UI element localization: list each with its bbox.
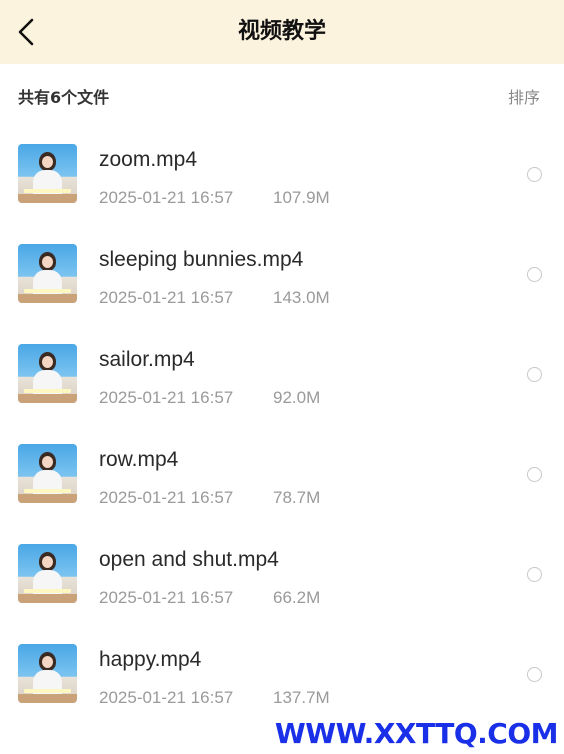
select-radio[interactable]: [527, 167, 542, 182]
file-count-label: 共有6个文件: [18, 88, 110, 107]
list-item[interactable]: open and shut.mp4 2025-01-21 16:57 66.2M: [0, 524, 564, 624]
file-size: 92.0M: [273, 388, 321, 407]
video-thumbnail: [18, 644, 77, 703]
select-radio[interactable]: [527, 467, 542, 482]
file-name: row.mp4: [99, 448, 179, 471]
page-title: 视频教学: [237, 19, 326, 44]
video-thumbnail: [18, 544, 77, 603]
file-name: zoom.mp4: [99, 148, 198, 171]
list-item[interactable]: sailor.mp4 2025-01-21 16:57 92.0M: [0, 324, 564, 424]
file-name: happy.mp4: [99, 648, 202, 671]
file-date: 2025-01-21 16:57: [99, 288, 234, 307]
watermark: WWW.XXTTQ.COM: [274, 717, 559, 750]
select-radio[interactable]: [527, 667, 542, 682]
list-item[interactable]: zoom.mp4 2025-01-21 16:57 107.9M: [0, 124, 564, 224]
video-thumbnail: [18, 244, 77, 303]
file-size: 107.9M: [273, 188, 330, 207]
list-item[interactable]: sleeping bunnies.mp4 2025-01-21 16:57 14…: [0, 224, 564, 324]
select-radio[interactable]: [527, 367, 542, 382]
file-date: 2025-01-21 16:57: [99, 188, 234, 207]
file-date: 2025-01-21 16:57: [99, 488, 234, 507]
select-radio[interactable]: [527, 267, 542, 282]
select-radio[interactable]: [527, 567, 542, 582]
video-thumbnail: [18, 144, 77, 203]
file-name: sailor.mp4: [99, 348, 195, 371]
file-size: 137.7M: [273, 688, 330, 707]
file-date: 2025-01-21 16:57: [99, 388, 234, 407]
video-thumbnail: [18, 444, 77, 503]
file-date: 2025-01-21 16:57: [99, 688, 234, 707]
file-size: 66.2M: [273, 588, 321, 607]
file-size: 143.0M: [273, 288, 330, 307]
file-name: sleeping bunnies.mp4: [99, 248, 304, 271]
list-item[interactable]: happy.mp4 2025-01-21 16:57 137.7M: [0, 624, 564, 724]
video-thumbnail: [18, 344, 77, 403]
file-name: open and shut.mp4: [99, 548, 279, 571]
file-list: zoom.mp4 2025-01-21 16:57 107.9M sleepin…: [0, 124, 564, 724]
list-item[interactable]: row.mp4 2025-01-21 16:57 78.7M: [0, 424, 564, 524]
file-date: 2025-01-21 16:57: [99, 588, 234, 607]
file-size: 78.7M: [273, 488, 321, 507]
header-bar: 视频教学: [0, 0, 564, 64]
sort-button[interactable]: 排序: [508, 84, 540, 108]
